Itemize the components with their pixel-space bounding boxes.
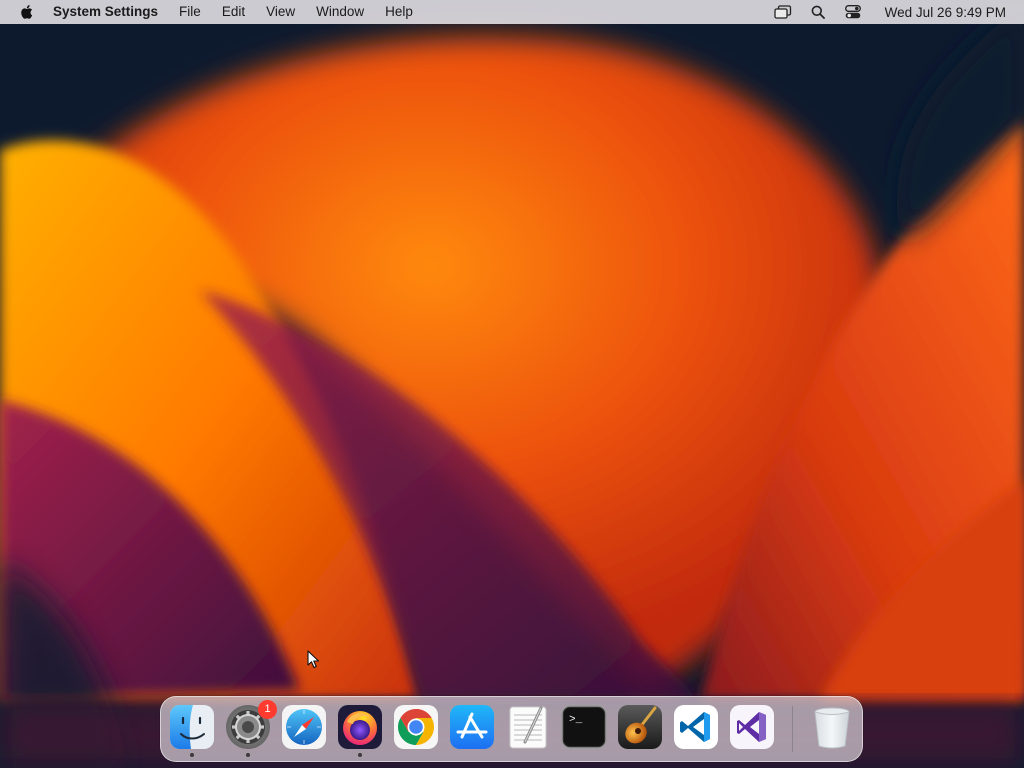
menu-bar: System Settings File Edit View Window He… <box>0 0 1024 24</box>
dock-item-finder[interactable] <box>169 704 215 757</box>
terminal-icon: >_ <box>561 705 607 749</box>
dock-item-safari[interactable] <box>281 704 327 750</box>
menu-app-name[interactable]: System Settings <box>53 0 158 24</box>
trash-icon <box>814 707 850 749</box>
terminal-prompt: >_ <box>569 714 583 726</box>
dock-item-terminal[interactable]: >_ <box>561 704 607 750</box>
mouse-cursor-icon <box>307 650 320 669</box>
menu-window[interactable]: Window <box>316 0 364 24</box>
finder-icon <box>170 705 214 749</box>
menu-edit[interactable]: Edit <box>222 0 245 24</box>
firefox-icon <box>338 705 382 749</box>
apple-menu-icon[interactable] <box>19 4 33 20</box>
dock-item-textedit[interactable] <box>505 704 551 750</box>
control-center-icon[interactable] <box>844 4 862 20</box>
running-indicator <box>358 753 362 757</box>
textedit-icon <box>509 706 547 749</box>
menu-view[interactable]: View <box>266 0 295 24</box>
menu-help[interactable]: Help <box>385 0 413 24</box>
dock-separator <box>792 706 793 752</box>
dock: 1 >_ <box>160 696 863 762</box>
wallpaper-image <box>0 0 1024 768</box>
garageband-icon <box>618 705 662 749</box>
visual-studio-icon <box>730 705 774 749</box>
dock-item-chrome[interactable] <box>393 704 439 750</box>
chrome-icon <box>394 705 438 749</box>
running-indicator <box>190 753 194 757</box>
dock-item-garageband[interactable] <box>617 704 663 750</box>
app-store-icon <box>450 705 494 749</box>
notification-badge: 1 <box>258 700 277 719</box>
desktop[interactable]: System Settings File Edit View Window He… <box>0 0 1024 768</box>
window-stack-icon[interactable] <box>774 4 792 20</box>
dock-item-system-settings[interactable]: 1 <box>225 700 277 757</box>
vscode-icon <box>674 705 718 749</box>
dock-item-visual-studio[interactable] <box>729 704 775 750</box>
dock-item-firefox[interactable] <box>337 704 383 757</box>
dock-item-app-store[interactable] <box>449 704 495 750</box>
menu-file[interactable]: File <box>179 0 201 24</box>
menu-clock[interactable]: Wed Jul 26 9:49 PM <box>885 5 1006 20</box>
dock-item-trash[interactable] <box>809 704 855 750</box>
safari-icon <box>282 705 326 749</box>
search-icon[interactable] <box>809 4 827 20</box>
dock-item-vscode[interactable] <box>673 704 719 750</box>
running-indicator <box>246 753 250 757</box>
